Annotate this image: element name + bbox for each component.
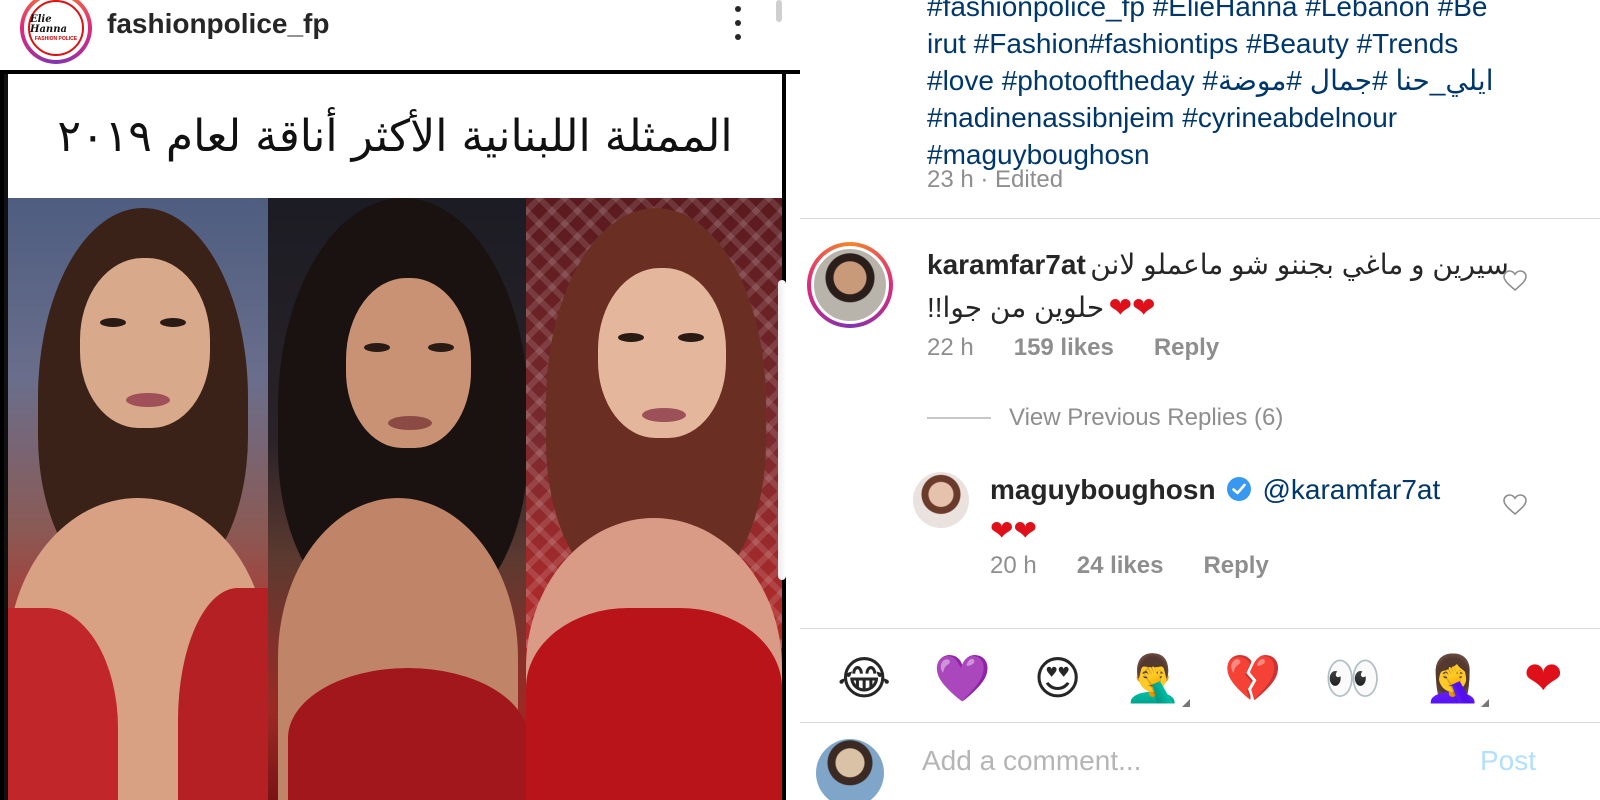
post-username[interactable]: fashionpolice_fp (107, 8, 329, 40)
eyes-emoji-button[interactable]: 👀 (1324, 655, 1381, 701)
reply-username[interactable]: maguyboughosn (990, 474, 1216, 505)
broken-heart-emoji-button[interactable]: 💔 (1224, 655, 1281, 701)
photo-collage (8, 198, 782, 800)
brand-logo: Elie Hanna FASHION POLICE (28, 0, 84, 56)
reply-button[interactable]: Reply (1154, 334, 1219, 362)
view-replies-label[interactable]: View Previous Replies (6) (1009, 404, 1283, 432)
current-user-avatar (816, 739, 884, 800)
post-panel: Elie Hanna FASHION POLICE fashionpolice_… (0, 0, 800, 800)
purple-heart-emoji-button[interactable]: 💜 (934, 655, 991, 701)
verified-badge-icon (1227, 477, 1251, 501)
comment-time: 22 h (927, 334, 974, 361)
comment-input[interactable]: Add a comment... (922, 745, 1141, 777)
logo-subtext: FASHION POLICE (34, 35, 78, 42)
facepalm-woman-emoji-button[interactable]: 🤦‍♀️ (1424, 655, 1490, 707)
divider (800, 628, 1600, 629)
emoji-quick-bar: 😂 💜 😍 🤦‍♂️ 💔 👀 🤦‍♀️ ❤ (800, 630, 1600, 725)
portrait-photo-2 (268, 198, 526, 800)
like-heart-icon[interactable] (1503, 494, 1527, 516)
divider (800, 722, 1600, 723)
reply-likes[interactable]: 24 likes (1077, 552, 1164, 580)
post-caption: #fashionpolice_fp #ElieHanna #Lebanon #B… (927, 0, 1567, 173)
comment-username[interactable]: karamfar7at (927, 249, 1086, 280)
view-previous-replies[interactable]: View Previous Replies (6) (927, 404, 1283, 432)
post-image[interactable]: الممثلة اللبنانية الأكثر أناقة لعام ٢٠١٩ (0, 74, 786, 800)
portrait-photo-3 (526, 198, 782, 800)
comment-composer: Add a comment... Post (800, 725, 1600, 800)
caption-timestamp: 23 h · Edited (927, 166, 1064, 193)
caption-line-4[interactable]: #nadinenassibnjeim #cyrineabdelnour (927, 99, 1567, 136)
reply-meta: 20 h 24 likes Reply (990, 552, 1269, 580)
comment-meta: 22 h 159 likes Reply (927, 334, 1219, 362)
reply-mention[interactable]: @karamfar7at (1262, 474, 1440, 505)
portrait-photo-1 (8, 198, 268, 800)
comments-panel: #fashionpolice_fp #ElieHanna #Lebanon #B… (778, 0, 1600, 800)
red-heart-emoji-button[interactable]: ❤ (1524, 655, 1563, 701)
reply-time: 20 h (990, 552, 1037, 579)
skin-tone-indicator-icon (1481, 698, 1490, 707)
replier-avatar[interactable] (913, 472, 969, 528)
divider (800, 218, 1600, 219)
heart-emoji-pair: ❤❤ (1108, 292, 1156, 323)
heart-emoji-pair: ❤❤ (990, 515, 1037, 546)
heart-eyes-emoji-button[interactable]: 😍 (1034, 655, 1082, 701)
reply-comment: maguyboughosn @karamfar7at ❤❤ 20 h 24 li… (800, 470, 1600, 600)
screen: Elie Hanna FASHION POLICE fashionpolice_… (0, 0, 1600, 800)
facepalm-man-emoji-button[interactable]: 🤦‍♂️ (1124, 655, 1190, 707)
comment-likes[interactable]: 159 likes (1014, 334, 1114, 362)
account-avatar[interactable]: Elie Hanna FASHION POLICE (20, 0, 92, 64)
commenter-avatar[interactable] (807, 242, 893, 328)
image-title: الممثلة اللبنانية الأكثر أناقة لعام ٢٠١٩ (57, 110, 733, 162)
image-title-band: الممثلة اللبنانية الأكثر أناقة لعام ٢٠١٩ (8, 74, 782, 198)
scrollbar[interactable] (776, 0, 782, 22)
more-options-icon[interactable] (730, 6, 746, 40)
caption-line-3[interactable]: #love #photooftheday #ايلي_حنا #جمال #مو… (927, 62, 1567, 99)
comment: karamfar7at سيرين و ماغي بجننو شو ماعملو… (800, 240, 1600, 380)
caption-line-2[interactable]: irut #Fashion#fashiontips #Beauty #Trend… (927, 25, 1567, 62)
reply-button[interactable]: Reply (1203, 552, 1268, 580)
laughing-emoji-button[interactable]: 😂 (837, 655, 891, 701)
skin-tone-indicator-icon (1181, 698, 1190, 707)
like-heart-icon[interactable] (1503, 270, 1527, 292)
logo-script: Elie Hanna (30, 13, 67, 35)
caption-line-1[interactable]: #fashionpolice_fp #ElieHanna #Lebanon #B… (927, 0, 1567, 25)
post-header: Elie Hanna FASHION POLICE fashionpolice_… (0, 0, 800, 70)
post-button[interactable]: Post (1480, 745, 1536, 777)
